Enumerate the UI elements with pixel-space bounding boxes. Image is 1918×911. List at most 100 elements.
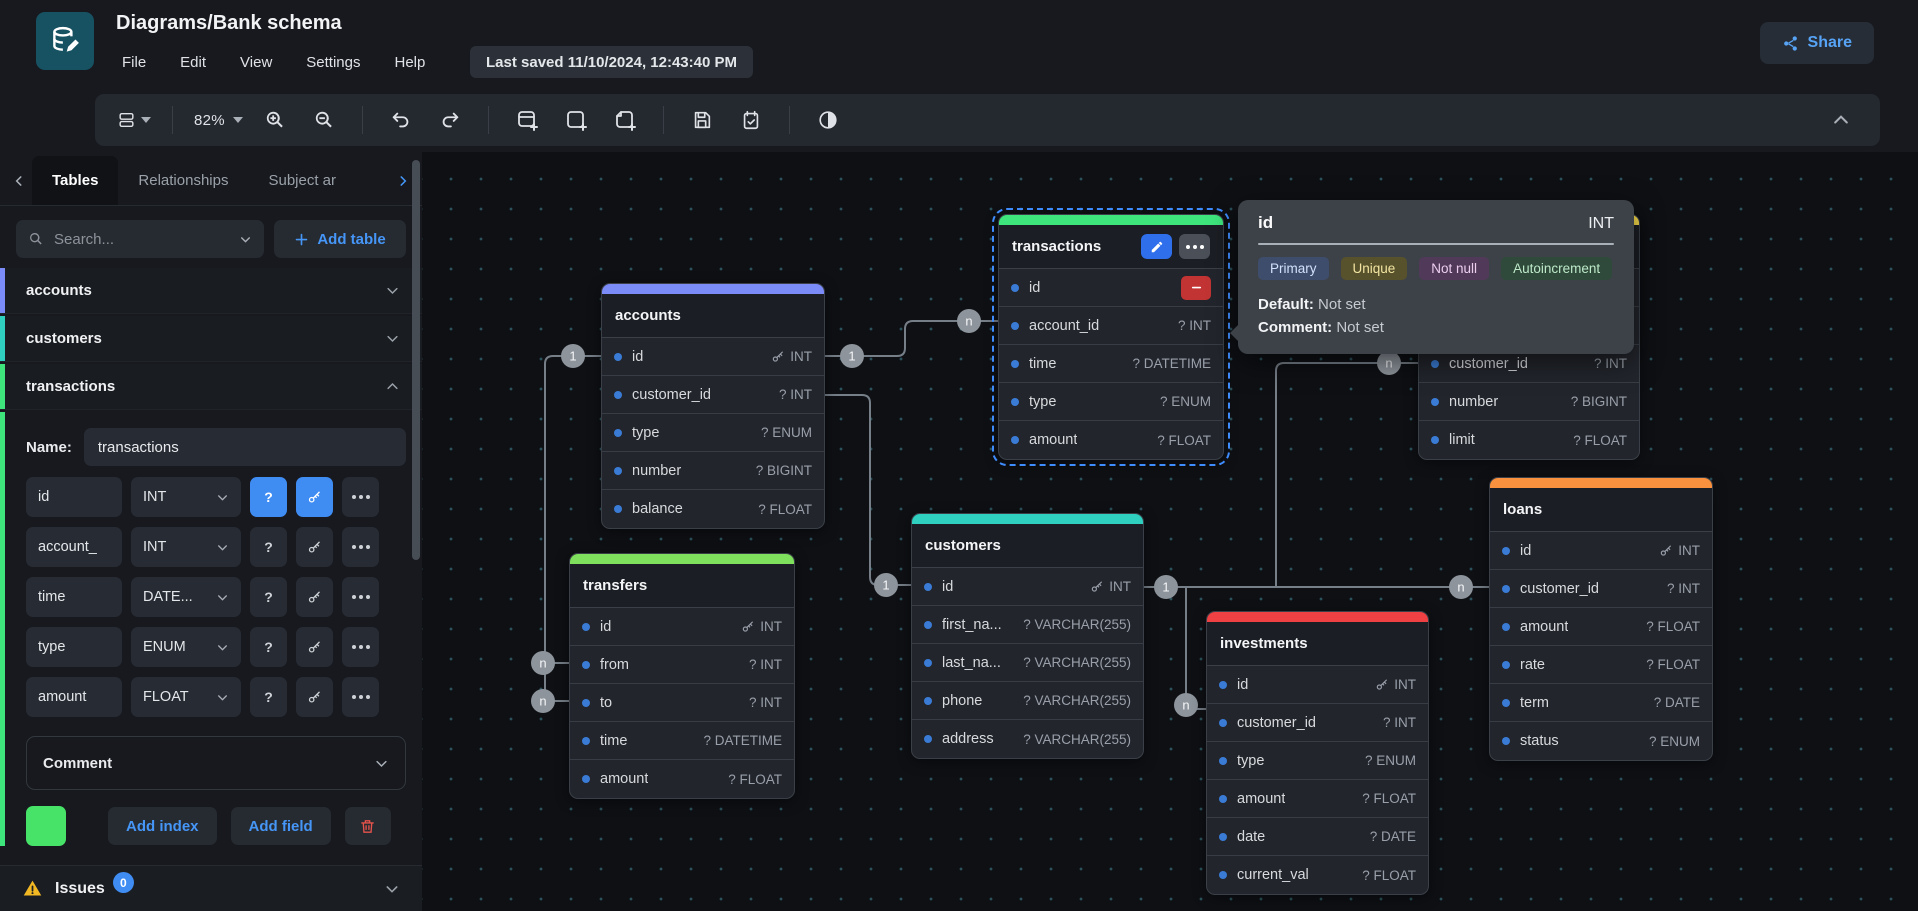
sidebar-scrollbar[interactable] bbox=[412, 160, 420, 560]
table-field-row[interactable]: idINT bbox=[1490, 532, 1712, 570]
canvas-table-transfers[interactable]: transfersidINTfrom? INTto? INTtime? DATE… bbox=[569, 553, 795, 799]
theme-toggle-icon[interactable] bbox=[811, 103, 845, 137]
table-field-row[interactable]: idINT bbox=[570, 608, 794, 646]
relationship-line[interactable] bbox=[1186, 587, 1206, 709]
table-field-row[interactable]: amount? FLOAT bbox=[999, 421, 1223, 459]
field-primary-key-toggle[interactable] bbox=[296, 477, 333, 517]
field-more-button[interactable] bbox=[342, 627, 379, 667]
table-field-row[interactable]: time? DATETIME bbox=[570, 722, 794, 760]
share-button[interactable]: Share bbox=[1760, 22, 1874, 64]
add-note-icon[interactable] bbox=[608, 103, 642, 137]
zoom-in-icon[interactable] bbox=[258, 103, 292, 137]
sidebar-table-customers[interactable]: customers bbox=[0, 316, 422, 362]
chevron-down-icon[interactable] bbox=[385, 331, 400, 346]
menu-item-edit[interactable]: Edit bbox=[170, 50, 216, 75]
table-field-row[interactable]: amount? FLOAT bbox=[1207, 780, 1428, 818]
table-header[interactable]: transactions bbox=[999, 225, 1223, 269]
relationship-line[interactable] bbox=[1276, 363, 1418, 587]
edit-table-button[interactable] bbox=[1141, 234, 1172, 259]
table-field-row[interactable]: account_id? INT bbox=[999, 307, 1223, 345]
canvas-table-accounts[interactable]: accountsidINTcustomer_id? INTtype? ENUMn… bbox=[601, 283, 825, 529]
field-nullable-toggle[interactable]: ? bbox=[250, 677, 287, 717]
layout-panels-icon[interactable] bbox=[117, 103, 151, 137]
table-field-row[interactable]: amount? FLOAT bbox=[570, 760, 794, 798]
table-field-row[interactable]: idINT bbox=[912, 568, 1143, 606]
redo-icon[interactable] bbox=[433, 103, 467, 137]
collapse-toolbar-icon[interactable] bbox=[1824, 103, 1858, 137]
tab-subject-ar[interactable]: Subject ar bbox=[248, 156, 344, 205]
table-field-row[interactable]: id bbox=[999, 269, 1223, 307]
canvas-table-customers[interactable]: customersidINTfirst_na...? VARCHAR(255)l… bbox=[911, 513, 1144, 759]
field-name-button[interactable]: type bbox=[26, 627, 122, 667]
table-name-input[interactable]: transactions bbox=[84, 428, 406, 466]
field-nullable-toggle[interactable]: ? bbox=[250, 627, 287, 667]
field-more-button[interactable] bbox=[342, 477, 379, 517]
table-field-row[interactable]: last_na...? VARCHAR(255) bbox=[912, 644, 1143, 682]
add-field-button[interactable]: Add field bbox=[231, 807, 331, 845]
table-field-row[interactable]: idINT bbox=[1207, 666, 1428, 704]
canvas-table-transactions[interactable]: transactionsidaccount_id? INTtime? DATET… bbox=[998, 214, 1224, 460]
canvas-table-loans[interactable]: loansidINTcustomer_id? INTamount? FLOATr… bbox=[1489, 477, 1713, 761]
menu-item-file[interactable]: File bbox=[112, 50, 156, 75]
table-header[interactable]: customers bbox=[912, 524, 1143, 568]
delete-table-button[interactable] bbox=[345, 807, 391, 845]
table-color-swatch[interactable] bbox=[26, 806, 66, 846]
table-field-row[interactable]: to? INT bbox=[570, 684, 794, 722]
tabs-scroll-left-icon[interactable] bbox=[6, 156, 32, 205]
table-field-row[interactable]: address? VARCHAR(255) bbox=[912, 720, 1143, 758]
canvas-table-investments[interactable]: investmentsidINTcustomer_id? INTtype? EN… bbox=[1206, 611, 1429, 895]
field-type-select[interactable]: FLOAT bbox=[131, 677, 241, 717]
comment-collapsible[interactable]: Comment bbox=[26, 736, 406, 790]
undo-icon[interactable] bbox=[384, 103, 418, 137]
table-header[interactable]: investments bbox=[1207, 622, 1428, 666]
chevron-down-icon[interactable] bbox=[385, 283, 400, 298]
table-header[interactable]: transfers bbox=[570, 564, 794, 608]
table-field-row[interactable]: type? ENUM bbox=[602, 414, 824, 452]
add-index-button[interactable]: Add index bbox=[108, 807, 217, 845]
field-primary-key-toggle[interactable] bbox=[296, 527, 333, 567]
field-name-button[interactable]: amount bbox=[26, 677, 122, 717]
table-field-row[interactable]: customer_id? INT bbox=[602, 376, 824, 414]
field-primary-key-toggle[interactable] bbox=[296, 627, 333, 667]
field-type-select[interactable]: ENUM bbox=[131, 627, 241, 667]
issues-bar[interactable]: Issues 0 bbox=[0, 865, 422, 911]
add-table-button[interactable]: Add table bbox=[274, 220, 406, 258]
table-field-row[interactable]: limit? FLOAT bbox=[1419, 421, 1639, 459]
field-name-button[interactable]: time bbox=[26, 577, 122, 617]
chevron-down-icon[interactable] bbox=[384, 881, 400, 897]
field-more-button[interactable] bbox=[342, 577, 379, 617]
search-dropdown-icon[interactable] bbox=[239, 233, 252, 246]
field-nullable-toggle[interactable]: ? bbox=[250, 577, 287, 617]
field-type-select[interactable]: INT bbox=[131, 527, 241, 567]
chevron-up-icon[interactable] bbox=[385, 379, 400, 394]
table-field-row[interactable]: status? ENUM bbox=[1490, 722, 1712, 760]
table-field-row[interactable]: customer_id? INT bbox=[1490, 570, 1712, 608]
table-header[interactable]: loans bbox=[1490, 488, 1712, 532]
table-field-row[interactable]: first_na...? VARCHAR(255) bbox=[912, 606, 1143, 644]
table-header[interactable]: accounts bbox=[602, 294, 824, 338]
table-field-row[interactable]: type? ENUM bbox=[999, 383, 1223, 421]
field-type-select[interactable]: DATE... bbox=[131, 577, 241, 617]
add-area-icon[interactable] bbox=[559, 103, 593, 137]
field-nullable-toggle[interactable]: ? bbox=[250, 477, 287, 517]
menu-item-view[interactable]: View bbox=[230, 50, 282, 75]
relationship-line[interactable] bbox=[825, 395, 911, 585]
menu-item-help[interactable]: Help bbox=[384, 50, 435, 75]
field-primary-key-toggle[interactable] bbox=[296, 677, 333, 717]
delete-field-button[interactable] bbox=[1181, 276, 1211, 300]
field-more-button[interactable] bbox=[342, 677, 379, 717]
table-field-row[interactable]: time? DATETIME bbox=[999, 345, 1223, 383]
search-input[interactable]: Search... bbox=[16, 220, 264, 258]
field-name-button[interactable]: account_ bbox=[26, 527, 122, 567]
table-field-row[interactable]: type? ENUM bbox=[1207, 742, 1428, 780]
sidebar-table-accounts[interactable]: accounts bbox=[0, 268, 422, 314]
table-field-row[interactable]: from? INT bbox=[570, 646, 794, 684]
add-table-icon[interactable] bbox=[510, 103, 544, 137]
diagram-canvas[interactable]: 1nn1n11nnn accountsidINTcustomer_id? INT… bbox=[422, 152, 1918, 911]
todo-calendar-icon[interactable] bbox=[734, 103, 768, 137]
tab-relationships[interactable]: Relationships bbox=[118, 156, 248, 205]
field-name-button[interactable]: id bbox=[26, 477, 122, 517]
table-field-row[interactable]: number? BIGINT bbox=[602, 452, 824, 490]
table-more-button[interactable] bbox=[1179, 234, 1210, 259]
table-field-row[interactable]: number? BIGINT bbox=[1419, 383, 1639, 421]
